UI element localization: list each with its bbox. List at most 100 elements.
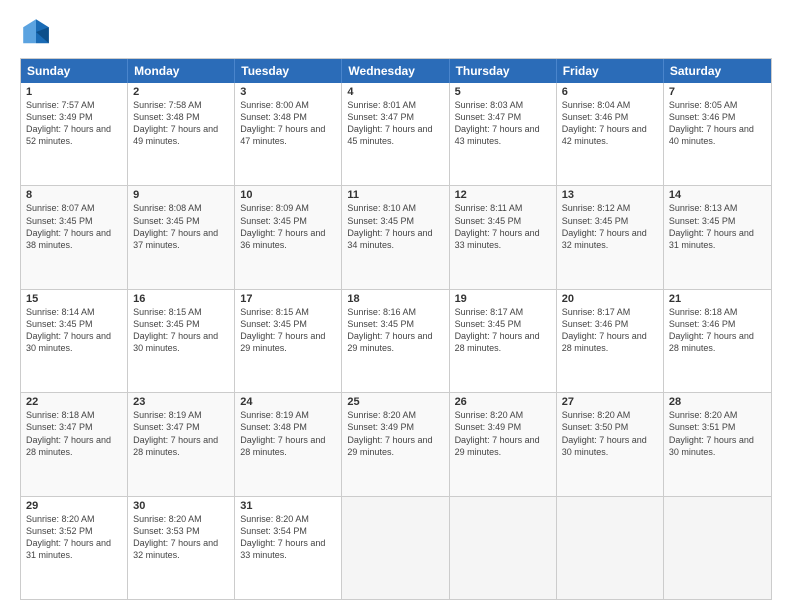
day-number: 9 — [133, 189, 229, 201]
calendar-cell: 31 Sunrise: 8:20 AMSunset: 3:54 PMDaylig… — [235, 497, 342, 599]
cell-info: Sunrise: 8:17 AMSunset: 3:46 PMDaylight:… — [562, 306, 658, 355]
cell-info: Sunrise: 8:19 AMSunset: 3:47 PMDaylight:… — [133, 409, 229, 458]
cell-info: Sunrise: 8:07 AMSunset: 3:45 PMDaylight:… — [26, 202, 122, 251]
day-number: 22 — [26, 396, 122, 408]
cell-info: Sunrise: 7:58 AMSunset: 3:48 PMDaylight:… — [133, 99, 229, 148]
day-number: 28 — [669, 396, 766, 408]
cell-info: Sunrise: 8:17 AMSunset: 3:45 PMDaylight:… — [455, 306, 551, 355]
cal-header-day: Wednesday — [342, 59, 449, 83]
cell-info: Sunrise: 8:05 AMSunset: 3:46 PMDaylight:… — [669, 99, 766, 148]
day-number: 25 — [347, 396, 443, 408]
calendar-cell: 11 Sunrise: 8:10 AMSunset: 3:45 PMDaylig… — [342, 186, 449, 288]
day-number: 8 — [26, 189, 122, 201]
day-number: 30 — [133, 500, 229, 512]
cal-header-day: Sunday — [21, 59, 128, 83]
calendar-cell: 18 Sunrise: 8:16 AMSunset: 3:45 PMDaylig… — [342, 290, 449, 392]
cal-header-day: Monday — [128, 59, 235, 83]
day-number: 14 — [669, 189, 766, 201]
cell-info: Sunrise: 8:19 AMSunset: 3:48 PMDaylight:… — [240, 409, 336, 458]
cell-info: Sunrise: 8:14 AMSunset: 3:45 PMDaylight:… — [26, 306, 122, 355]
calendar-cell: 12 Sunrise: 8:11 AMSunset: 3:45 PMDaylig… — [450, 186, 557, 288]
calendar-cell: 28 Sunrise: 8:20 AMSunset: 3:51 PMDaylig… — [664, 393, 771, 495]
cell-info: Sunrise: 8:20 AMSunset: 3:51 PMDaylight:… — [669, 409, 766, 458]
calendar-cell — [664, 497, 771, 599]
cell-info: Sunrise: 8:20 AMSunset: 3:52 PMDaylight:… — [26, 513, 122, 562]
day-number: 7 — [669, 86, 766, 98]
calendar: SundayMondayTuesdayWednesdayThursdayFrid… — [20, 58, 772, 600]
cell-info: Sunrise: 8:00 AMSunset: 3:48 PMDaylight:… — [240, 99, 336, 148]
calendar-cell: 25 Sunrise: 8:20 AMSunset: 3:49 PMDaylig… — [342, 393, 449, 495]
calendar-cell: 26 Sunrise: 8:20 AMSunset: 3:49 PMDaylig… — [450, 393, 557, 495]
cell-info: Sunrise: 8:01 AMSunset: 3:47 PMDaylight:… — [347, 99, 443, 148]
calendar-cell: 22 Sunrise: 8:18 AMSunset: 3:47 PMDaylig… — [21, 393, 128, 495]
calendar-cell: 4 Sunrise: 8:01 AMSunset: 3:47 PMDayligh… — [342, 83, 449, 185]
calendar-cell: 2 Sunrise: 7:58 AMSunset: 3:48 PMDayligh… — [128, 83, 235, 185]
day-number: 10 — [240, 189, 336, 201]
day-number: 2 — [133, 86, 229, 98]
day-number: 29 — [26, 500, 122, 512]
cell-info: Sunrise: 8:20 AMSunset: 3:54 PMDaylight:… — [240, 513, 336, 562]
cal-header-day: Thursday — [450, 59, 557, 83]
calendar-week: 1 Sunrise: 7:57 AMSunset: 3:49 PMDayligh… — [21, 83, 771, 186]
cell-info: Sunrise: 8:20 AMSunset: 3:49 PMDaylight:… — [455, 409, 551, 458]
day-number: 26 — [455, 396, 551, 408]
cell-info: Sunrise: 8:16 AMSunset: 3:45 PMDaylight:… — [347, 306, 443, 355]
calendar-week: 29 Sunrise: 8:20 AMSunset: 3:52 PMDaylig… — [21, 497, 771, 599]
calendar-cell — [557, 497, 664, 599]
calendar-cell: 5 Sunrise: 8:03 AMSunset: 3:47 PMDayligh… — [450, 83, 557, 185]
cell-info: Sunrise: 8:08 AMSunset: 3:45 PMDaylight:… — [133, 202, 229, 251]
calendar-cell: 30 Sunrise: 8:20 AMSunset: 3:53 PMDaylig… — [128, 497, 235, 599]
day-number: 20 — [562, 293, 658, 305]
day-number: 27 — [562, 396, 658, 408]
cell-info: Sunrise: 8:13 AMSunset: 3:45 PMDaylight:… — [669, 202, 766, 251]
cell-info: Sunrise: 8:04 AMSunset: 3:46 PMDaylight:… — [562, 99, 658, 148]
calendar-cell — [342, 497, 449, 599]
day-number: 5 — [455, 86, 551, 98]
calendar-week: 8 Sunrise: 8:07 AMSunset: 3:45 PMDayligh… — [21, 186, 771, 289]
calendar-week: 15 Sunrise: 8:14 AMSunset: 3:45 PMDaylig… — [21, 290, 771, 393]
cell-info: Sunrise: 8:20 AMSunset: 3:49 PMDaylight:… — [347, 409, 443, 458]
calendar-cell: 29 Sunrise: 8:20 AMSunset: 3:52 PMDaylig… — [21, 497, 128, 599]
day-number: 13 — [562, 189, 658, 201]
day-number: 15 — [26, 293, 122, 305]
cell-info: Sunrise: 8:15 AMSunset: 3:45 PMDaylight:… — [240, 306, 336, 355]
cell-info: Sunrise: 8:10 AMSunset: 3:45 PMDaylight:… — [347, 202, 443, 251]
day-number: 6 — [562, 86, 658, 98]
calendar-cell: 6 Sunrise: 8:04 AMSunset: 3:46 PMDayligh… — [557, 83, 664, 185]
cell-info: Sunrise: 8:15 AMSunset: 3:45 PMDaylight:… — [133, 306, 229, 355]
page: SundayMondayTuesdayWednesdayThursdayFrid… — [0, 0, 792, 612]
calendar-cell: 3 Sunrise: 8:00 AMSunset: 3:48 PMDayligh… — [235, 83, 342, 185]
logo — [20, 16, 56, 48]
cell-info: Sunrise: 7:57 AMSunset: 3:49 PMDaylight:… — [26, 99, 122, 148]
header — [20, 16, 772, 48]
calendar-cell: 21 Sunrise: 8:18 AMSunset: 3:46 PMDaylig… — [664, 290, 771, 392]
day-number: 12 — [455, 189, 551, 201]
calendar-cell: 9 Sunrise: 8:08 AMSunset: 3:45 PMDayligh… — [128, 186, 235, 288]
calendar-cell: 8 Sunrise: 8:07 AMSunset: 3:45 PMDayligh… — [21, 186, 128, 288]
calendar-body: 1 Sunrise: 7:57 AMSunset: 3:49 PMDayligh… — [21, 83, 771, 599]
calendar-cell: 17 Sunrise: 8:15 AMSunset: 3:45 PMDaylig… — [235, 290, 342, 392]
calendar-cell: 27 Sunrise: 8:20 AMSunset: 3:50 PMDaylig… — [557, 393, 664, 495]
cal-header-day: Tuesday — [235, 59, 342, 83]
day-number: 4 — [347, 86, 443, 98]
calendar-cell: 20 Sunrise: 8:17 AMSunset: 3:46 PMDaylig… — [557, 290, 664, 392]
calendar-cell: 14 Sunrise: 8:13 AMSunset: 3:45 PMDaylig… — [664, 186, 771, 288]
calendar-header: SundayMondayTuesdayWednesdayThursdayFrid… — [21, 59, 771, 83]
cell-info: Sunrise: 8:18 AMSunset: 3:47 PMDaylight:… — [26, 409, 122, 458]
cell-info: Sunrise: 8:11 AMSunset: 3:45 PMDaylight:… — [455, 202, 551, 251]
cell-info: Sunrise: 8:09 AMSunset: 3:45 PMDaylight:… — [240, 202, 336, 251]
day-number: 16 — [133, 293, 229, 305]
day-number: 17 — [240, 293, 336, 305]
calendar-cell: 23 Sunrise: 8:19 AMSunset: 3:47 PMDaylig… — [128, 393, 235, 495]
calendar-cell: 7 Sunrise: 8:05 AMSunset: 3:46 PMDayligh… — [664, 83, 771, 185]
cell-info: Sunrise: 8:03 AMSunset: 3:47 PMDaylight:… — [455, 99, 551, 148]
calendar-cell: 19 Sunrise: 8:17 AMSunset: 3:45 PMDaylig… — [450, 290, 557, 392]
calendar-week: 22 Sunrise: 8:18 AMSunset: 3:47 PMDaylig… — [21, 393, 771, 496]
cell-info: Sunrise: 8:18 AMSunset: 3:46 PMDaylight:… — [669, 306, 766, 355]
calendar-cell: 10 Sunrise: 8:09 AMSunset: 3:45 PMDaylig… — [235, 186, 342, 288]
calendar-cell — [450, 497, 557, 599]
day-number: 23 — [133, 396, 229, 408]
calendar-cell: 16 Sunrise: 8:15 AMSunset: 3:45 PMDaylig… — [128, 290, 235, 392]
cal-header-day: Saturday — [664, 59, 771, 83]
logo-icon — [20, 16, 52, 48]
